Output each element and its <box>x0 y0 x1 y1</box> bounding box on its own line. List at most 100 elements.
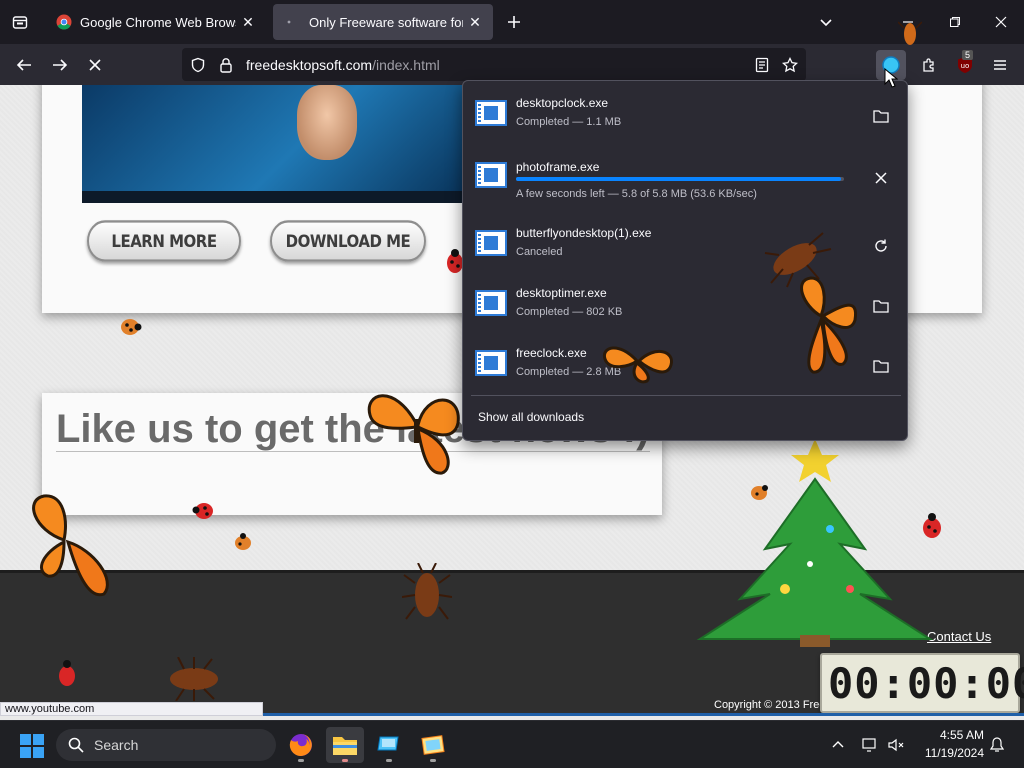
taskbar-file-explorer[interactable] <box>326 727 364 763</box>
extensions-button[interactable] <box>914 50 944 80</box>
taskbar-firefox[interactable] <box>282 727 320 763</box>
back-button[interactable] <box>9 50 39 80</box>
url-path: /index.html <box>372 56 440 73</box>
close-tab-icon[interactable]: ✕ <box>463 10 487 34</box>
butterfly-icon <box>367 394 460 475</box>
url-host: freedesktopsoft.com <box>246 56 373 73</box>
new-tab-button[interactable] <box>500 8 528 36</box>
arrow-left-icon <box>16 59 31 71</box>
firefox-view-button[interactable] <box>6 8 34 36</box>
taskbar-photo-app[interactable] <box>414 727 452 763</box>
retry-icon <box>875 239 887 252</box>
download-status: Canceled <box>516 246 563 258</box>
window-app-icon <box>377 736 399 751</box>
butterfly-icon <box>32 494 109 597</box>
mouse-cursor-icon <box>884 68 898 88</box>
download-filename: desktoptimer.exe <box>516 286 607 300</box>
show-in-folder-button[interactable] <box>869 294 893 318</box>
status-link-url: www.youtube.com <box>0 702 263 716</box>
download-item[interactable]: photoframe.exe A few seconds left — 5.8 … <box>469 148 901 208</box>
ladybug-icon <box>751 485 768 500</box>
start-button[interactable] <box>20 734 44 758</box>
download-me-button[interactable]: DOWNLOAD ME <box>270 220 426 262</box>
chrome-icon <box>56 14 72 30</box>
tracking-protection-icon[interactable] <box>184 51 212 79</box>
close-icon <box>875 172 887 184</box>
learn-more-button[interactable]: LEARN MORE <box>87 220 241 262</box>
lock-icon <box>220 57 232 73</box>
tab-chrome[interactable]: Google Chrome Web Browser ✕ <box>44 4 266 40</box>
svg-text:uo: uo <box>961 62 970 70</box>
close-window-button[interactable] <box>987 8 1015 36</box>
search-icon <box>68 737 84 753</box>
download-filename: freeclock.exe <box>516 346 587 360</box>
show-in-folder-button[interactable] <box>869 354 893 378</box>
exe-file-icon <box>475 290 507 316</box>
search-placeholder: Search <box>94 737 139 753</box>
shield-icon <box>191 57 205 72</box>
monitor-network-icon <box>862 738 876 752</box>
ladybug-icon <box>923 513 941 538</box>
volume-status[interactable] <box>882 731 910 759</box>
ublock-origin-button[interactable]: uo 5 <box>950 50 980 80</box>
list-all-tabs-button[interactable] <box>812 8 840 36</box>
speaker-muted-icon <box>888 738 904 752</box>
hamburger-menu-icon <box>994 60 1006 70</box>
divider <box>56 451 650 452</box>
network-status[interactable] <box>856 731 884 759</box>
copyright-text: Copyright © 2013 Free <box>714 699 826 711</box>
site-info-icon[interactable] <box>212 51 240 79</box>
taskbar-app-window[interactable] <box>370 727 408 763</box>
chevron-down-icon <box>820 19 832 27</box>
loading-icon <box>287 20 291 24</box>
downloads-divider <box>471 395 901 396</box>
address-bar[interactable]: freedesktopsoft.com/index.html <box>182 48 806 81</box>
bookmark-button[interactable] <box>776 51 804 79</box>
desktop-clock-widget[interactable]: 00:00:00 <box>820 653 1024 713</box>
cockroach-icon <box>402 563 452 620</box>
show-all-downloads-link[interactable]: Show all downloads <box>478 410 584 424</box>
retry-download-button[interactable] <box>869 234 893 258</box>
chevron-up-icon <box>832 741 844 748</box>
download-status: Completed — 802 KB <box>516 306 623 318</box>
close-tab-icon[interactable]: ✕ <box>236 10 260 34</box>
taskbar-date[interactable]: 11/19/2024 <box>914 746 984 760</box>
download-status: Completed — 1.1 MB <box>516 116 622 128</box>
forward-button[interactable] <box>45 50 75 80</box>
exe-file-icon <box>475 350 507 376</box>
download-item[interactable]: desktopclock.exe Completed — 1.1 MB <box>469 86 901 146</box>
windows-logo-icon <box>20 734 31 745</box>
folder-icon <box>873 110 889 123</box>
exe-file-icon <box>475 162 507 188</box>
exe-file-icon <box>475 100 507 126</box>
demo-screenshot <box>82 85 468 203</box>
tab-strip: Google Chrome Web Browser ✕ Only Freewar… <box>0 0 1024 44</box>
demo-taskbar <box>82 191 468 203</box>
download-filename: butterflyondesktop(1).exe <box>516 226 652 240</box>
show-in-folder-button[interactable] <box>869 104 893 128</box>
reader-view-icon <box>755 57 769 72</box>
folder-icon <box>873 360 889 373</box>
notifications-button[interactable] <box>983 731 1011 759</box>
taskbar-time[interactable]: 4:55 AM <box>924 728 984 742</box>
cockroach-icon <box>170 657 218 701</box>
restore-button[interactable] <box>941 8 969 36</box>
stop-button[interactable] <box>80 50 110 80</box>
download-filename: photoframe.exe <box>516 160 600 174</box>
taskbar-search[interactable]: Search <box>56 729 276 761</box>
show-hidden-icons-button[interactable] <box>824 731 852 759</box>
clock-digits: 00:00:00 <box>828 659 1024 708</box>
downloads-panel: desktopclock.exe Completed — 1.1 MB phot… <box>462 80 908 441</box>
ladybug-icon <box>192 503 213 519</box>
ladybug-icon <box>59 660 75 686</box>
download-item[interactable]: butterflyondesktop(1).exe Canceled <box>469 216 901 276</box>
hand-image <box>297 85 357 160</box>
extension-badge: 5 <box>962 50 974 60</box>
firefox-view-icon <box>12 16 28 29</box>
reader-view-button[interactable] <box>748 51 776 79</box>
tab-freedesktopsoft[interactable]: Only Freeware software for you ✕ <box>273 4 493 40</box>
app-menu-button[interactable] <box>985 50 1015 80</box>
folder-icon <box>873 300 889 313</box>
cancel-download-button[interactable] <box>869 166 893 190</box>
download-progress-fill <box>516 177 841 181</box>
